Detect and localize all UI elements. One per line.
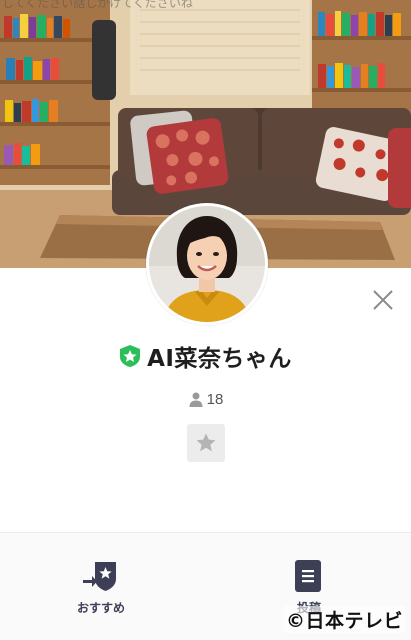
star-icon bbox=[196, 433, 216, 452]
profile-name: AI菜奈ちゃん bbox=[147, 346, 292, 372]
profile-avatar[interactable] bbox=[146, 203, 268, 325]
friend-count: 18 bbox=[206, 390, 224, 408]
close-button[interactable] bbox=[369, 286, 397, 314]
recommend-label: おすすめ bbox=[76, 601, 125, 615]
cover-caption: してください話しかけてくださいね bbox=[2, 0, 193, 10]
profile-name-row: AI菜奈ちゃん bbox=[0, 338, 411, 374]
copyright-watermark: ©日本テレビ bbox=[283, 606, 405, 633]
recommend-button[interactable]: おすすめ bbox=[41, 559, 161, 616]
friend-count-row: 18 bbox=[0, 388, 411, 410]
favorite-button[interactable] bbox=[187, 424, 225, 462]
post-icon bbox=[295, 560, 321, 592]
close-icon bbox=[373, 290, 393, 310]
avatar-portrait bbox=[149, 206, 265, 322]
official-badge-icon bbox=[120, 345, 141, 367]
person-icon bbox=[189, 392, 203, 407]
recommend-icon bbox=[83, 562, 116, 591]
